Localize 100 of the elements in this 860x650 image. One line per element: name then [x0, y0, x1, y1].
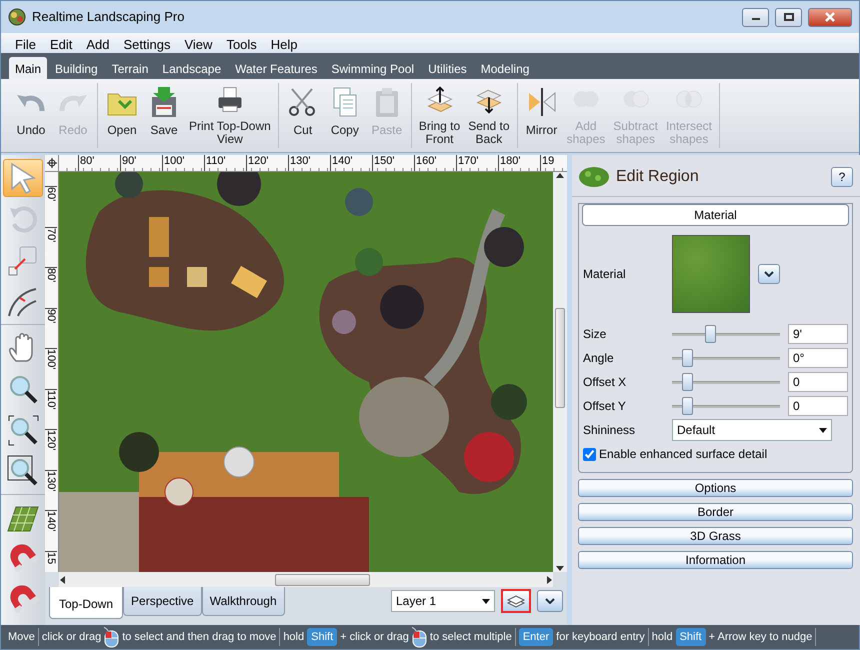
ruler-label: 80' [45, 267, 57, 308]
ruler-label: 100' [162, 155, 204, 171]
status-text: hold [283, 630, 304, 645]
key-label: Enter [518, 628, 554, 646]
field-label: Material [583, 266, 627, 283]
ruler-label: 140' [330, 155, 372, 171]
ribbon-tab[interactable]: Utilities [422, 57, 473, 79]
ruler-label: 150' [372, 155, 414, 171]
toolbar-button[interactable]: Save [144, 83, 184, 148]
menu-item[interactable]: Settings [118, 33, 176, 53]
layer-dropdown[interactable]: Layer 1 [391, 590, 495, 612]
dropdown-arrow-icon [482, 598, 490, 604]
help-button[interactable]: ? [831, 166, 853, 186]
chevron-down-icon [545, 598, 555, 604]
ruler-label: 60' [45, 186, 57, 226]
ruler-label: 90' [45, 308, 57, 348]
menu-item[interactable]: Help [264, 33, 304, 53]
toolbar-button[interactable]: Send to Back [465, 83, 513, 148]
slider-thumb[interactable] [704, 324, 716, 342]
material-dropdown-button[interactable] [758, 264, 780, 284]
status-text: click or drag [42, 630, 102, 645]
value-field[interactable]: 0° [788, 348, 848, 368]
shininess-dropdown[interactable]: Default [672, 419, 832, 441]
slider-thumb[interactable] [682, 348, 694, 366]
dropdown-arrow-icon [819, 428, 827, 432]
menu-item[interactable]: Tools [220, 33, 263, 53]
close-icon [824, 12, 836, 22]
ruler-label: 110' [45, 388, 57, 429]
field-label: Offset X [583, 374, 628, 391]
ruler-label: 80' [78, 155, 120, 171]
checkbox-label[interactable]: Enable enhanced surface detail [599, 445, 768, 463]
ruler-label: 100' [45, 348, 57, 388]
toolbar-button[interactable]: Undo [11, 83, 51, 148]
window-title: Realtime Landscaping Pro [32, 8, 186, 26]
panel-button[interactable]: Border [578, 503, 853, 521]
view-tab[interactable]: Walkthrough [202, 587, 285, 616]
panel-button[interactable]: 3D Grass [578, 527, 853, 545]
chevron-down-icon [764, 271, 774, 277]
section-header[interactable]: Material [582, 204, 849, 226]
scroll-down-arrow-icon [556, 566, 564, 572]
toolbar-button[interactable]: Mirror [522, 83, 562, 148]
view-tab[interactable]: Perspective [123, 587, 202, 616]
status-text: to select and then drag to move [122, 630, 276, 645]
status-text: to select multiple [430, 630, 512, 645]
maximize-icon [784, 13, 794, 21]
key-label: Shift [676, 628, 706, 646]
scroll-up-arrow-icon [556, 172, 564, 178]
app-logo-icon [8, 8, 26, 26]
slider-thumb[interactable] [682, 396, 694, 414]
menu-item[interactable]: File [9, 33, 42, 53]
scroll-right-arrow-icon [547, 576, 553, 584]
mouse-icon [412, 626, 427, 648]
toolbar-button[interactable]: Copy [324, 83, 365, 148]
field-label: Size [583, 326, 608, 343]
ruler-label: 120' [45, 429, 57, 470]
toolbar-button[interactable]: Cut [282, 83, 323, 148]
toolbar-button[interactable]: Print Top-Down View [186, 83, 274, 148]
value-field[interactable]: 0 [788, 372, 848, 392]
vertical-scroll-thumb[interactable] [555, 308, 565, 408]
close-button[interactable] [808, 8, 852, 26]
scroll-left-arrow-icon [59, 576, 65, 584]
value-field[interactable]: 9' [788, 324, 848, 344]
material-swatch[interactable] [672, 235, 750, 313]
expand-button[interactable] [537, 590, 563, 612]
menu-item[interactable]: View [178, 33, 218, 53]
status-text: hold [652, 630, 673, 645]
ruler-label: 90' [120, 155, 162, 171]
ribbon-tab[interactable]: Terrain [106, 57, 154, 79]
ruler-label: 70' [45, 226, 57, 267]
panel-title: Edit Region [616, 166, 700, 186]
value-field[interactable]: 0 [788, 396, 848, 416]
minimize-button[interactable] [742, 8, 769, 26]
ruler-label: 110' [204, 155, 246, 171]
ribbon-tab[interactable]: Landscape [156, 57, 228, 79]
ruler-label: 140' [45, 510, 57, 550]
toolbar-button[interactable]: Bring to Front [416, 83, 464, 148]
checkbox[interactable] [583, 448, 596, 460]
ruler-label: 130' [288, 155, 330, 171]
status-text: + click or drag [340, 630, 409, 645]
horizontal-scroll-thumb[interactable] [275, 574, 370, 586]
menu-item[interactable]: Add [80, 33, 116, 53]
ruler-label: 160' [414, 155, 456, 171]
crosshair-icon [46, 158, 56, 168]
panel-button[interactable]: Options [578, 479, 853, 497]
slider-thumb[interactable] [682, 372, 694, 390]
ribbon-tab[interactable]: Swimming Pool [325, 57, 420, 79]
panel-button[interactable]: Information [578, 551, 853, 569]
maximize-button[interactable] [775, 8, 802, 26]
ribbon-tab[interactable]: Building [49, 57, 104, 79]
view-tab[interactable]: Top-Down [49, 587, 124, 619]
ribbon-tab[interactable]: Water Features [229, 57, 324, 79]
ribbon-tab[interactable]: Main [9, 57, 48, 79]
ribbon-tab[interactable]: Modeling [474, 57, 536, 79]
status-text: + Arrow key to nudge [708, 630, 812, 645]
zoom-box-icon [6, 454, 40, 488]
mouse-icon [104, 626, 120, 648]
field-label: Shininess [583, 422, 636, 439]
layers-button[interactable] [501, 589, 531, 613]
toolbar-button[interactable]: Open [102, 83, 142, 148]
menu-item[interactable]: Edit [44, 33, 78, 53]
